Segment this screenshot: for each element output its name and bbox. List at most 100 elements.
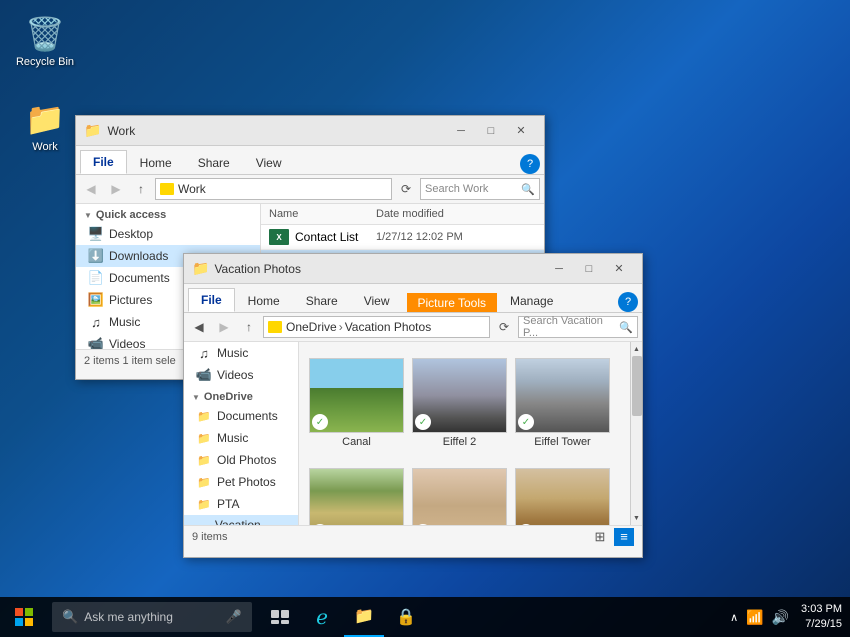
taskbar-right: ∧ 📶 🔊 3:03 PM 7/29/15 [730, 602, 850, 633]
vacation-sidebar-music[interactable]: ♫ Music [184, 342, 298, 364]
taskbar-edge-button[interactable]: ℯ [302, 597, 342, 637]
vacation-ribbon: File Home Share View Picture Tools Manag… [184, 284, 642, 313]
taskbar-search-placeholder: Ask me anything [84, 610, 173, 624]
work-up-button[interactable]: ↑ [130, 178, 152, 200]
vacation-sidebar: ♫ Music 📹 Videos OneDrive 📁 Documents 📁 … [184, 342, 299, 525]
eiffel-tower-label: Eiffel Tower [534, 436, 590, 448]
taskbar-chevron-icon[interactable]: ∧ [730, 611, 738, 624]
work-help-button[interactable]: ? [520, 154, 540, 174]
vacation-sidebar-od-music[interactable]: 📁 Music [184, 427, 298, 449]
taskbar-volume-icon[interactable]: 🔊 [772, 609, 789, 626]
work-titlebar: 📁 Work ─ □ ✕ [76, 116, 544, 146]
vacation-scrollbar[interactable]: ▲ ▼ [630, 342, 642, 525]
vacation-tab-picture-tools[interactable]: Picture Tools [407, 293, 497, 312]
taskbar-clock[interactable]: 3:03 PM 7/29/15 [801, 602, 842, 633]
pictures-icon-small: 🖼️ [88, 292, 104, 308]
lozere-checkmark: ✓ [312, 524, 328, 525]
work-folder-label: Work [32, 141, 57, 153]
vacation-view-list-button[interactable]: ≡ [614, 528, 634, 546]
vacation-photo-me[interactable]: ✓ Me [412, 462, 507, 525]
taskbar-explorer-button[interactable]: 📁 [344, 597, 384, 637]
eiffel2-checkmark: ✓ [415, 414, 431, 430]
vacation-folder-title-icon: 📁 [192, 260, 209, 277]
start-button[interactable] [0, 597, 48, 637]
work-sidebar-downloads-label: Downloads [109, 249, 168, 263]
vacation-forward-button[interactable]: ▶ [213, 316, 235, 338]
vacation-sidebar-pet-photos[interactable]: 📁 Pet Photos [184, 471, 298, 493]
work-tab-home[interactable]: Home [127, 151, 185, 174]
vacation-address-path[interactable]: OneDrive › Vacation Photos [263, 316, 490, 338]
vacation-onedrive-header[interactable]: OneDrive [184, 386, 298, 405]
vacation-titlebar: 📁 Vacation Photos ─ □ ✕ [184, 254, 642, 284]
vacation-sidebar-pta[interactable]: 📁 PTA [184, 493, 298, 515]
vacation-tab-view[interactable]: View [351, 289, 403, 312]
vacation-window-title: Vacation Photos [214, 262, 544, 276]
documents-icon-small: 📄 [88, 270, 104, 286]
vacation-photo-eiffel-tower[interactable]: ✓ Eiffel Tower [515, 352, 610, 454]
vacation-help-button[interactable]: ? [618, 292, 638, 312]
work-sidebar-desktop-label: Desktop [109, 227, 153, 241]
recycle-bin-icon[interactable]: 🗑️ Recycle Bin [10, 10, 80, 72]
work-sidebar-desktop[interactable]: 🖥️ Desktop [76, 223, 260, 245]
vacation-search-box[interactable]: Search Vacation P... 🔍 [518, 316, 638, 338]
vacation-back-button[interactable]: ◀ [188, 316, 210, 338]
work-maximize-button[interactable]: □ [476, 119, 506, 143]
eiffel2-image: ✓ [412, 358, 507, 433]
taskbar-search[interactable]: 🔍 Ask me anything 🎤 [52, 602, 252, 632]
taskbar-system-icons: ∧ 📶 🔊 [730, 609, 789, 626]
taskbar: 🔍 Ask me anything 🎤 ℯ 📁 🔒 ∧ 📶 🔊 3:03 PM … [0, 597, 850, 637]
work-ribbon: File Home Share View ? [76, 146, 544, 175]
vacation-tab-share[interactable]: Share [293, 289, 351, 312]
vacation-view-grid-button[interactable]: ⊞ [590, 528, 610, 546]
taskbar-network-icon[interactable]: 📶 [746, 609, 763, 626]
work-col-name[interactable]: Name [269, 208, 376, 220]
work-forward-button[interactable]: ▶ [105, 178, 127, 200]
vacation-maximize-button[interactable]: □ [574, 257, 604, 281]
vacation-photo-eiffel2[interactable]: ✓ Eiffel 2 [412, 352, 507, 454]
vacation-sidebar-documents[interactable]: 📁 Documents [184, 405, 298, 427]
vacation-sidebar-pta-label: PTA [217, 497, 239, 511]
vacation-refresh-button[interactable]: ⟳ [493, 316, 515, 338]
work-col-date[interactable]: Date modified [376, 208, 536, 220]
vacation-close-button[interactable]: ✕ [604, 257, 634, 281]
vacation-photo-canal[interactable]: ✓ Canal [309, 352, 404, 454]
work-tab-share[interactable]: Share [185, 151, 243, 174]
vac-pta-icon: 📁 [196, 496, 212, 512]
vacation-sidebar-videos[interactable]: 📹 Videos [184, 364, 298, 386]
vacation-sidebar-old-photos[interactable]: 📁 Old Photos [184, 449, 298, 471]
vac-pet-photos-icon: 📁 [196, 474, 212, 490]
taskbar-task-view-button[interactable] [260, 597, 300, 637]
vacation-sidebar-vacation-label: Vacation Photos [215, 518, 290, 525]
vacation-minimize-button[interactable]: ─ [544, 257, 574, 281]
work-file-contact-list[interactable]: X Contact List 1/27/12 12:02 PM [261, 225, 544, 250]
work-folder-icon[interactable]: 📁 Work [10, 95, 80, 157]
vacation-tab-home[interactable]: Home [235, 289, 293, 312]
vacation-scroll-down[interactable]: ▼ [631, 511, 643, 525]
work-close-button[interactable]: ✕ [506, 119, 536, 143]
vacation-status-right: ⊞ ≡ [590, 528, 634, 546]
work-search-box[interactable]: Search Work 🔍 [420, 178, 540, 200]
taskbar-time: 3:03 PM [801, 602, 842, 617]
work-quick-access-header[interactable]: Quick access [76, 204, 260, 223]
work-address-path[interactable]: Work [155, 178, 392, 200]
vacation-scroll-up[interactable]: ▲ [631, 342, 643, 356]
taskbar-lock-button[interactable]: 🔒 [386, 597, 426, 637]
vacation-scroll-thumb[interactable] [632, 356, 642, 416]
vacation-tab-manage[interactable]: Manage [497, 289, 566, 312]
vac-vacation-icon: 📁 [196, 524, 210, 525]
work-tab-view[interactable]: View [243, 151, 295, 174]
work-address-bar: ◀ ▶ ↑ Work ⟳ Search Work 🔍 [76, 175, 544, 204]
work-back-button[interactable]: ◀ [80, 178, 102, 200]
vacation-sidebar-pet-photos-label: Pet Photos [217, 475, 276, 489]
work-folder-title-icon: 📁 [84, 122, 101, 139]
lozere-image: ✓ [309, 468, 404, 525]
vacation-tab-file[interactable]: File [188, 288, 235, 312]
work-minimize-button[interactable]: ─ [446, 119, 476, 143]
vacation-photo-lozere[interactable]: ✓ Lozere [309, 462, 404, 525]
work-tab-file[interactable]: File [80, 150, 127, 174]
vacation-up-button[interactable]: ↑ [238, 316, 260, 338]
work-ribbon-tabs: File Home Share View ? [76, 146, 544, 174]
vacation-photo-mike[interactable]: ✓ Mike [515, 462, 610, 525]
work-refresh-button[interactable]: ⟳ [395, 178, 417, 200]
vacation-sidebar-vacation-photos[interactable]: 📁 Vacation Photos [184, 515, 298, 525]
